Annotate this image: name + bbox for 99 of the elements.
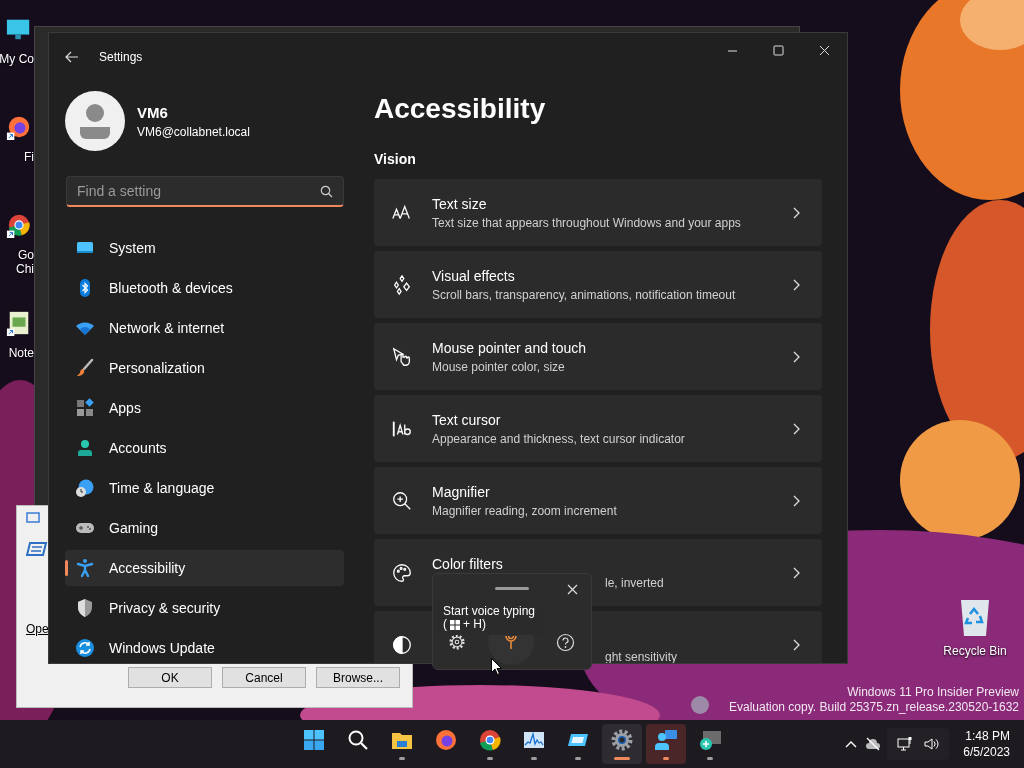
dialog-button[interactable]: Browse...: [316, 667, 400, 688]
card-title: Text cursor: [432, 410, 502, 429]
taskbar-button[interactable]: [602, 724, 642, 764]
refresh-icon: [75, 638, 95, 658]
network-icon: [897, 736, 914, 752]
start-icon: [302, 728, 326, 752]
zoom-app-icon: [698, 728, 722, 752]
shortcut-text: + H): [463, 618, 486, 631]
card-subtitle: Scroll bars, transparency, animations, notification timeout: [432, 286, 737, 303]
globe-clock-icon: [75, 478, 95, 498]
settings-icon: [610, 728, 634, 752]
close-icon: [567, 584, 578, 595]
card-subtitle: ght sensitivity: [605, 648, 679, 663]
icon-label: Chi: [16, 262, 34, 276]
search-field[interactable]: Find a setting: [66, 176, 344, 207]
chevron-right-icon: [792, 350, 802, 363]
card-subtitle: Text size that appears throughout Windows and your apps: [432, 214, 742, 231]
user-email: VM6@collabnet.local: [137, 124, 250, 139]
setting-card[interactable]: Text size Text size that appears throughout Windows and your apps: [374, 179, 822, 246]
dialog-button[interactable]: OK: [128, 667, 212, 688]
taskbar-button[interactable]: [646, 724, 686, 764]
maximize-icon: [772, 44, 784, 56]
card-title: Color filters: [432, 554, 504, 573]
volume-icon: [923, 736, 940, 752]
settings-button[interactable]: [449, 634, 465, 650]
microphone-icon: [504, 634, 517, 650]
field-label: Ope: [26, 622, 50, 636]
card-title: Mouse pointer and touch: [432, 338, 588, 357]
sidebar-item[interactable]: Gaming: [65, 510, 344, 546]
icon-label: My Co: [0, 52, 34, 66]
sidebar-item[interactable]: Personalization: [65, 350, 344, 386]
chevron-right-icon: [792, 566, 802, 579]
settings-icon: [449, 634, 465, 650]
sidebar-item[interactable]: Time & language: [65, 470, 344, 506]
page-heading: Accessibility: [374, 92, 547, 126]
sidebar-item[interactable]: Windows Update: [65, 630, 344, 663]
chevron-right-icon: [792, 278, 802, 291]
icon-label: Go: [18, 248, 34, 262]
drag-handle[interactable]: [495, 587, 529, 590]
sparkles-icon: [391, 273, 413, 296]
palette-icon: [391, 561, 413, 584]
system-tray-button[interactable]: [887, 728, 950, 760]
help-icon: [556, 632, 575, 652]
selection-indicator: [65, 560, 68, 576]
shield-icon: [75, 598, 95, 618]
card-subtitle: Appearance and thickness, text cursor indicator: [432, 430, 686, 447]
watermark-text: Windows 11 Pro Insider Preview: [847, 685, 1019, 700]
setting-card[interactable]: Mouse pointer and touch Mouse pointer color, size: [374, 323, 822, 390]
search-icon: [320, 185, 333, 198]
brush-icon: [75, 358, 95, 378]
window-title: Settings: [99, 50, 143, 64]
sidebar-item[interactable]: Bluetooth & devices: [65, 270, 344, 306]
pointer-icon: [391, 345, 413, 368]
chevron-right-icon: [792, 206, 802, 219]
sidebar-item[interactable]: Apps: [65, 390, 344, 426]
firefox-icon: [434, 728, 458, 752]
icon-label: Fi: [24, 150, 34, 164]
sidebar-item[interactable]: Accounts: [65, 430, 344, 466]
shortcut-text: (: [443, 618, 447, 631]
window-icon: [26, 512, 40, 524]
back-arrow-icon[interactable]: [65, 50, 79, 64]
section-heading: Vision: [374, 150, 417, 169]
sidebar-item[interactable]: Network & internet: [65, 310, 344, 346]
chevron-right-icon: [792, 422, 802, 435]
cloud-off-icon[interactable]: [865, 736, 882, 752]
chat-icon: [654, 728, 678, 752]
apps-icon: [75, 398, 95, 418]
person-icon: [75, 438, 95, 458]
setting-card[interactable]: Magnifier Magnifier reading, zoom increment: [374, 467, 822, 534]
card-title: Magnifier: [432, 482, 491, 501]
search-icon: [346, 728, 370, 752]
sidebar-item[interactable]: System: [65, 230, 344, 266]
help-button[interactable]: [556, 632, 575, 652]
card-title: Visual effects: [432, 266, 516, 285]
mouse-cursor-icon: [491, 658, 502, 675]
windows-key-icon: [450, 619, 460, 630]
avatar-icon: [65, 91, 125, 151]
user-name: VM6: [137, 103, 169, 121]
card-subtitle: Magnifier reading, zoom increment: [432, 502, 618, 519]
watermark-text: Evaluation copy. Build 25375.zn_release.230520-1632: [729, 700, 1019, 715]
setting-card[interactable]: Visual effects Scroll bars, transparency, animations, notification timeout: [374, 251, 822, 318]
clock-time[interactable]: 1:48 PM: [965, 728, 1010, 744]
clock-date[interactable]: 6/5/2023: [963, 744, 1010, 760]
magnifier-icon: [391, 489, 413, 512]
sidebar-item[interactable]: Accessibility: [65, 550, 344, 586]
chevron-right-icon: [792, 638, 802, 651]
sidebar-item[interactable]: Privacy & security: [65, 590, 344, 626]
setting-card[interactable]: Text cursor Appearance and thickness, text cursor indicator: [374, 395, 822, 462]
icon-label: Recycle Bin: [943, 644, 1007, 658]
contrast-icon: [391, 633, 413, 656]
chrome-icon: [478, 728, 502, 752]
card-subtitle: le, inverted: [605, 574, 665, 591]
close-icon: [818, 44, 830, 56]
card-subtitle: Mouse pointer color, size: [432, 358, 566, 375]
accessibility-icon: [75, 558, 95, 578]
card-title: Text size: [432, 194, 488, 213]
dialog-button[interactable]: Cancel: [222, 667, 306, 688]
chevron-right-icon: [792, 494, 802, 507]
icon-label: Note: [8, 346, 34, 360]
